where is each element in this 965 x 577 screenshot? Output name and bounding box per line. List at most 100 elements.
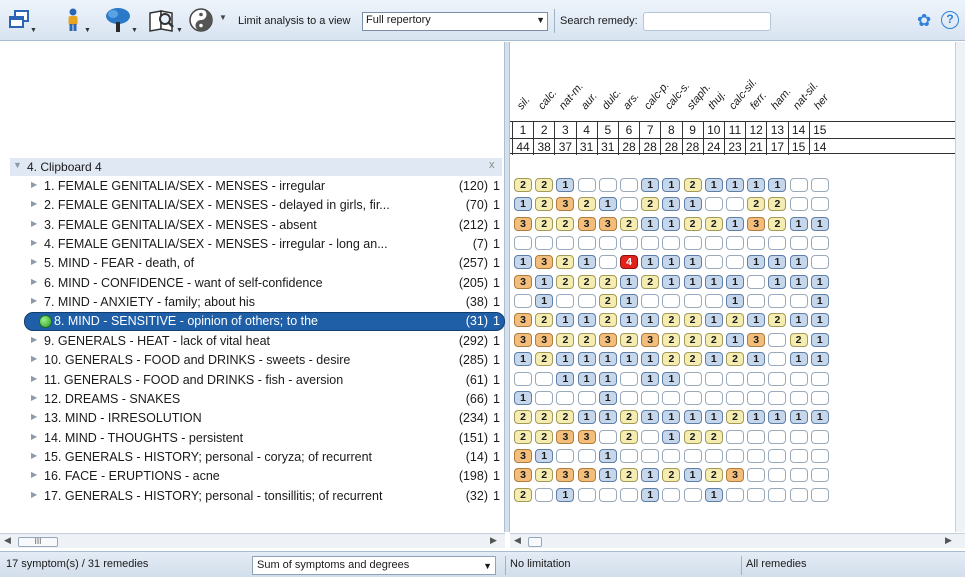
grade-cell[interactable]: 1 — [810, 352, 829, 367]
grade-cell[interactable] — [789, 197, 808, 212]
grade-cell[interactable]: 3 — [577, 429, 596, 444]
grade-cell[interactable]: 2 — [620, 216, 638, 231]
grade-cell[interactable] — [683, 236, 702, 251]
grade-cell[interactable] — [747, 429, 766, 444]
grade-cell[interactable]: 2 — [535, 429, 554, 444]
grade-cell[interactable]: 1 — [577, 352, 596, 367]
grade-cell[interactable] — [810, 197, 829, 212]
windows-icon[interactable] — [6, 7, 32, 33]
grade-cell[interactable]: 3 — [514, 216, 532, 231]
analysis-method-select[interactable]: Sum of symptoms and degrees ▼ — [252, 556, 496, 575]
grade-cell[interactable] — [535, 236, 554, 251]
grade-cell[interactable]: 2 — [535, 352, 554, 367]
grade-cell[interactable] — [726, 390, 744, 405]
grade-cell[interactable]: 1 — [810, 216, 829, 231]
grade-cell[interactable]: 1 — [662, 410, 681, 425]
grade-cell[interactable]: 1 — [641, 255, 660, 270]
symptom-row[interactable]: ▶ 2. FEMALE GENITALIA/SEX - MENSES - dela… — [0, 196, 505, 215]
grade-cell[interactable] — [641, 236, 660, 251]
grade-cell[interactable]: 3 — [747, 216, 766, 231]
grade-cell[interactable]: 2 — [768, 197, 787, 212]
grade-cell[interactable]: 1 — [662, 216, 681, 231]
grade-cell[interactable]: 2 — [514, 487, 532, 502]
grade-cell[interactable]: 3 — [535, 332, 554, 347]
grade-cell[interactable]: 1 — [514, 197, 532, 212]
grade-cell[interactable]: 1 — [683, 410, 702, 425]
grade-cell[interactable] — [789, 178, 808, 192]
symptom-row[interactable]: ▶ 12. DREAMS - SNAKES (66) 1 — [0, 390, 505, 409]
grade-cell[interactable]: 3 — [556, 468, 575, 483]
symptom-row[interactable]: ▶ 17. GENERALS - HISTORY; personal - tons… — [0, 487, 505, 506]
symptom-row[interactable]: ▶ 15. GENERALS - HISTORY; personal - cory… — [0, 448, 505, 467]
grade-cell[interactable]: 1 — [598, 352, 617, 367]
grade-cell[interactable] — [747, 468, 766, 483]
grade-cell[interactable] — [768, 332, 787, 347]
grade-cell[interactable] — [789, 371, 808, 386]
chevron-down-icon[interactable]: ▼ — [483, 558, 492, 575]
grade-cell[interactable] — [789, 390, 808, 405]
grade-cell[interactable]: 2 — [662, 352, 681, 367]
grade-cell[interactable]: 2 — [641, 274, 660, 289]
expand-triangle-icon[interactable]: ▶ — [31, 490, 37, 499]
expand-triangle-icon[interactable]: ▶ — [31, 451, 37, 460]
grade-cell[interactable]: 1 — [556, 178, 575, 192]
grade-cell[interactable] — [620, 178, 638, 192]
grade-cell[interactable] — [662, 390, 681, 405]
grade-cell[interactable]: 1 — [641, 352, 660, 367]
grade-cell[interactable] — [556, 448, 575, 463]
grade-cell[interactable]: 1 — [598, 448, 617, 463]
yin-yang-dropdown-arrow[interactable]: ▼ — [219, 13, 227, 22]
grade-cell[interactable] — [810, 487, 829, 502]
grade-cell[interactable] — [810, 255, 829, 270]
grade-cell[interactable]: 2 — [556, 216, 575, 231]
grade-cell[interactable]: 1 — [768, 274, 787, 289]
grade-cell[interactable]: 1 — [620, 274, 638, 289]
grade-cell[interactable] — [535, 371, 554, 386]
grade-cell[interactable]: 3 — [577, 468, 596, 483]
grade-cell[interactable] — [768, 468, 787, 483]
grade-cell[interactable] — [810, 448, 829, 463]
grade-cell[interactable]: 1 — [768, 178, 787, 192]
grade-cell[interactable] — [535, 390, 554, 405]
grade-cell[interactable] — [577, 236, 596, 251]
right-horizontal-scrollbar[interactable]: ◀ ▶ — [510, 533, 965, 548]
symptom-row[interactable]: ▶ 5. MIND - FEAR - death, of (257) 1 — [0, 254, 505, 273]
symptom-row[interactable]: ▶ 3. FEMALE GENITALIA/SEX - MENSES - abse… — [0, 216, 505, 235]
grade-cell[interactable] — [747, 487, 766, 502]
grade-cell[interactable] — [683, 487, 702, 502]
grade-cell[interactable] — [768, 448, 787, 463]
grade-cell[interactable] — [704, 448, 723, 463]
grade-cell[interactable] — [556, 294, 575, 309]
grade-cell[interactable]: 1 — [598, 410, 617, 425]
grade-cell[interactable]: 1 — [577, 255, 596, 270]
grade-cell[interactable]: 1 — [726, 294, 744, 309]
grade-cell[interactable]: 3 — [514, 332, 532, 347]
grade-cell[interactable] — [620, 448, 638, 463]
grade-cell[interactable]: 3 — [726, 468, 744, 483]
grade-cell[interactable] — [514, 294, 532, 309]
grade-cell[interactable]: 1 — [577, 313, 596, 328]
grade-cell[interactable]: 2 — [556, 255, 575, 270]
grade-cell[interactable]: 2 — [514, 410, 532, 425]
grade-cell[interactable] — [747, 371, 766, 386]
expand-triangle-icon[interactable]: ▶ — [31, 412, 37, 421]
remedy-name[interactable]: ham. — [769, 86, 794, 112]
grade-cell[interactable]: 1 — [556, 352, 575, 367]
tree-dropdown-arrow[interactable]: ▼ — [131, 27, 138, 34]
grade-cell[interactable]: 2 — [535, 410, 554, 425]
grade-cell[interactable] — [789, 429, 808, 444]
grade-cell[interactable] — [620, 487, 638, 502]
tree-icon[interactable] — [103, 7, 130, 33]
grade-cell[interactable]: 2 — [620, 429, 638, 444]
grade-cell[interactable]: 2 — [726, 352, 744, 367]
grade-cell[interactable]: 2 — [683, 216, 702, 231]
scroll-left-arrow-icon[interactable]: ◀ — [514, 535, 521, 546]
grade-cell[interactable] — [641, 294, 660, 309]
grade-cell[interactable]: 1 — [514, 352, 532, 367]
grade-cell[interactable]: 3 — [598, 332, 617, 347]
grade-cell[interactable] — [810, 390, 829, 405]
grade-cell[interactable]: 1 — [598, 197, 617, 212]
grade-cell[interactable] — [704, 197, 723, 212]
grade-cell[interactable]: 2 — [535, 216, 554, 231]
grade-cell[interactable] — [598, 178, 617, 192]
